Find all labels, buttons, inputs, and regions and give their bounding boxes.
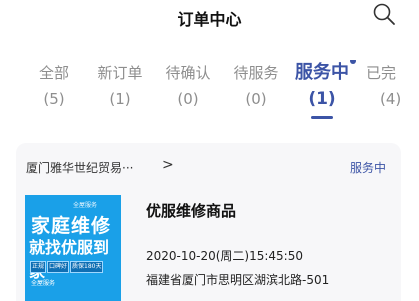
product-image-tag: 质保180天 xyxy=(70,261,104,273)
order-time: 2020-10-20(周二)15:45:50 xyxy=(146,249,303,263)
tab-label: 待确认 xyxy=(165,64,211,82)
order-status-tabs: 全部 (5) 新订单 (1) 待确认 (0) 待服务 (0) 服务中 (1) 已… xyxy=(0,60,419,124)
chevron-right-icon[interactable]: > xyxy=(162,157,174,173)
product-image-tag: 正规 xyxy=(30,261,47,273)
tab-pending-service[interactable]: 待服务 (0) xyxy=(224,60,288,112)
tab-label: 已完 xyxy=(366,64,397,82)
page-title: 订单中心 xyxy=(177,10,242,29)
tab-completed[interactable]: 已完 (4) xyxy=(366,60,419,112)
shop-name[interactable]: 厦门雅华世纪贸易··· xyxy=(26,159,133,176)
tab-count: (1) xyxy=(308,89,336,109)
tab-count: (5) xyxy=(43,90,65,108)
active-dot xyxy=(350,60,356,64)
product-image-tags: 正规 口碑好 质保180天 xyxy=(30,261,104,273)
tab-count: (0) xyxy=(177,90,199,108)
tab-count: (4) xyxy=(380,90,402,108)
search-icon[interactable] xyxy=(372,2,396,26)
product-image-footer: 全屋服务 xyxy=(31,280,56,287)
order-address: 福建省厦门市思明区湖滨北路-501 xyxy=(146,273,330,287)
top-header: 订单中心 xyxy=(0,0,419,36)
product-name[interactable]: 优服维修商品 xyxy=(146,200,236,221)
tab-label: 服务中 xyxy=(295,62,349,83)
tab-label: 待服务 xyxy=(233,64,279,82)
tab-all[interactable]: 全部 (5) xyxy=(22,60,86,112)
tab-pending-confirm[interactable]: 待确认 (0) xyxy=(156,60,220,112)
tab-in-service[interactable]: 服务中 (1) xyxy=(290,60,356,119)
order-card[interactable]: 厦门雅华世纪贸易··· > 服务中 全屋服务 家庭维修 就找优服到家 正规 口碑… xyxy=(16,143,401,301)
product-image-tag: 口碑好 xyxy=(47,261,70,273)
active-underline xyxy=(311,116,333,119)
status-badge: 服务中 xyxy=(349,161,386,175)
tab-count: (1) xyxy=(109,90,131,108)
tab-label: 全部 xyxy=(38,64,69,82)
tab-new-orders[interactable]: 新订单 (1) xyxy=(88,60,152,112)
product-image-brand: 全屋服务 xyxy=(73,202,98,209)
product-image[interactable]: 全屋服务 家庭维修 就找优服到家 正规 口碑好 质保180天 全屋服务 xyxy=(25,195,121,301)
tab-count: (0) xyxy=(245,90,267,108)
product-image-subline: 就找优服到家 xyxy=(29,238,110,281)
tab-label: 新订单 xyxy=(97,64,143,82)
